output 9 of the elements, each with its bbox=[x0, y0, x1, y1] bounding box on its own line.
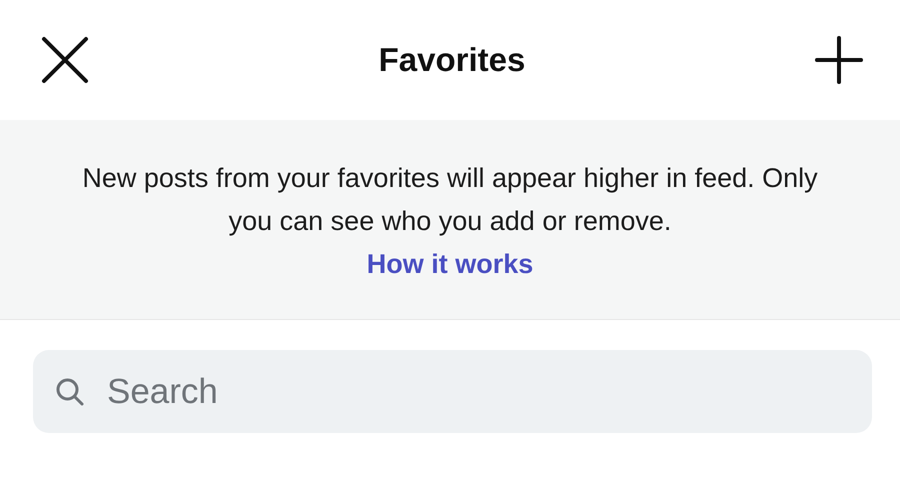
close-button[interactable] bbox=[40, 35, 90, 85]
plus-icon bbox=[814, 36, 863, 84]
add-button[interactable] bbox=[814, 35, 864, 85]
search-field[interactable]: Search bbox=[33, 350, 872, 433]
search-icon bbox=[55, 377, 85, 407]
how-it-works-link[interactable]: How it works bbox=[366, 243, 534, 286]
info-text: New posts from your favorites will appear higher in feed. Only you can see who you add or remove. bbox=[81, 162, 819, 238]
close-icon bbox=[41, 36, 89, 84]
screen-title: Favorites bbox=[378, 41, 526, 79]
